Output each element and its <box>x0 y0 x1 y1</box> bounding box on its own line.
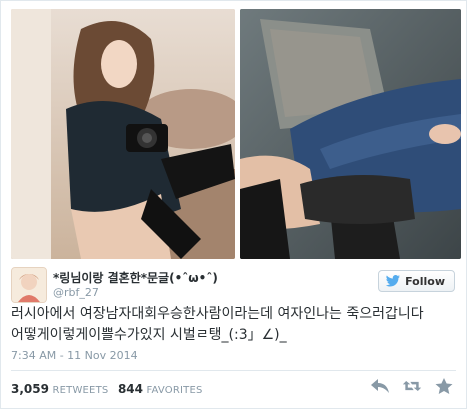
tweet-card: *링님이랑 결혼한*문글(•ˆω•ˆ) @rbf_27 Follow 러시아에서… <box>0 0 467 409</box>
photo-right[interactable] <box>240 9 461 259</box>
tweet-stats: 3,059 RETWEETS 844 FAVORITES <box>11 382 209 396</box>
favorites-label: FAVORITES <box>146 385 203 396</box>
reply-icon[interactable] <box>370 377 390 395</box>
tweet-text-line-1: 러시아에서 여장남자대회우승한사람이라는데 여자인나는 죽으러갑니다 <box>11 306 424 322</box>
avatar-image <box>12 268 46 302</box>
user-handle[interactable]: @rbf_27 <box>53 286 99 299</box>
divider <box>11 370 456 371</box>
tweet-text-line-2: 어떻게이렇게이쁠수가있지 시벌ㄹ탱_(:3」∠)_ <box>11 327 287 343</box>
favorite-icon[interactable] <box>434 377 454 395</box>
avatar[interactable] <box>11 267 47 303</box>
follow-label: Follow <box>405 274 445 288</box>
photo-right-image <box>240 9 461 259</box>
retweets-count[interactable]: 3,059 <box>11 382 49 396</box>
photo-grid <box>11 9 461 259</box>
twitter-bird-icon <box>385 275 401 287</box>
retweet-icon[interactable] <box>402 377 422 395</box>
display-name[interactable]: *링님이랑 결혼한*문글(•ˆω•ˆ) <box>53 269 218 286</box>
tweet-actions <box>370 377 454 395</box>
follow-button[interactable]: Follow <box>378 270 455 292</box>
photo-left[interactable] <box>11 9 235 259</box>
tweet-text: 러시아에서 여장남자대회우승한사람이라는데 여자인나는 죽으러갑니다 어떻게이렇… <box>11 304 461 346</box>
favorites-count[interactable]: 844 <box>118 382 143 396</box>
retweets-label: RETWEETS <box>52 385 109 396</box>
timestamp[interactable]: 7:34 AM - 11 Nov 2014 <box>11 349 138 362</box>
photo-left-image <box>11 9 235 259</box>
